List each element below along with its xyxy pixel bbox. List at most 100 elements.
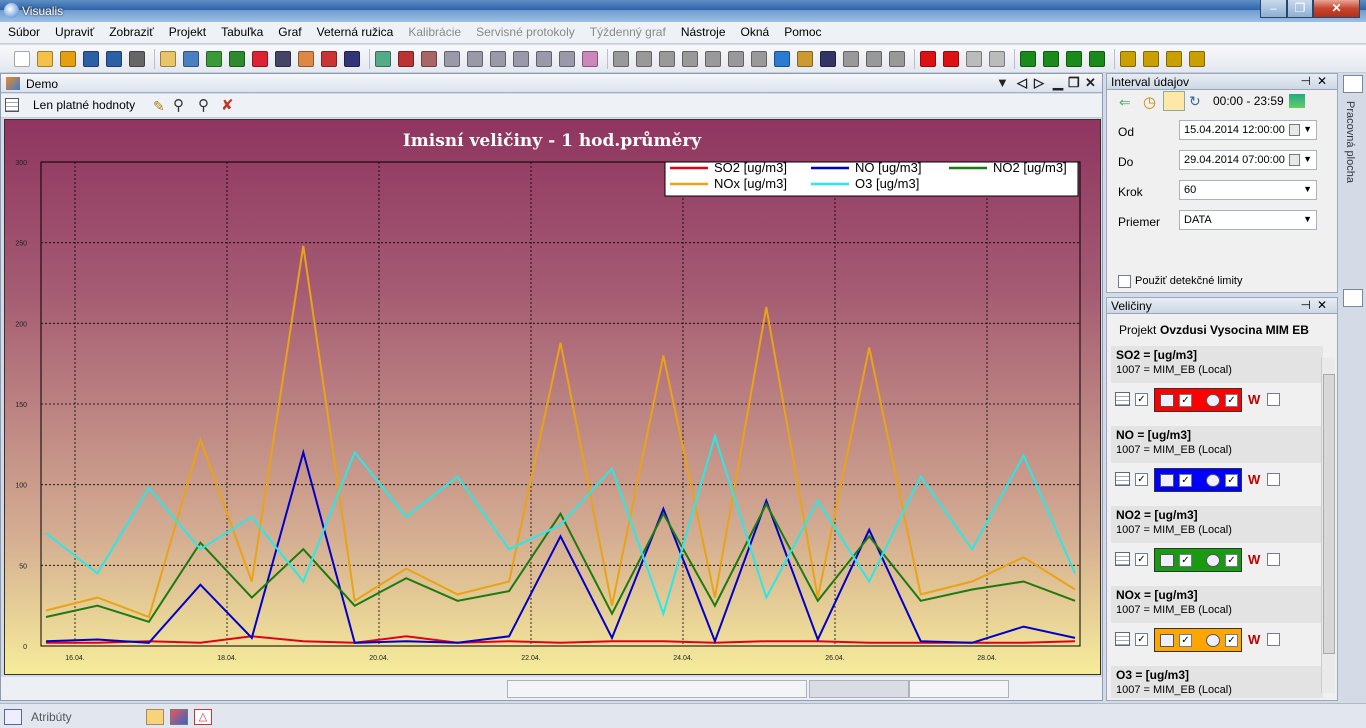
- pencil-icon[interactable]: [613, 51, 629, 67]
- grid-icon[interactable]: [375, 51, 391, 67]
- exclamation-double-icon[interactable]: [920, 51, 936, 67]
- chevron-down-icon[interactable]: ▼: [1303, 214, 1312, 224]
- menu-item-0[interactable]: Súbor: [1, 22, 47, 42]
- variables-scrollbar[interactable]: [1321, 358, 1335, 693]
- calendar-icon[interactable]: [1289, 154, 1300, 166]
- table-month-icon[interactable]: [398, 51, 414, 67]
- tool-a-icon[interactable]: [636, 51, 652, 67]
- prev-window-icon[interactable]: ◁: [1017, 75, 1027, 91]
- check-icon[interactable]: [774, 51, 790, 67]
- variables-scroll-thumb[interactable]: [1323, 374, 1335, 654]
- exclamation-icon[interactable]: [943, 51, 959, 67]
- table-icon[interactable]: [1115, 632, 1130, 646]
- last-alt-icon[interactable]: [1189, 51, 1205, 67]
- wind-rose-icon[interactable]: [1206, 634, 1220, 647]
- chart-checkbox[interactable]: ✓: [1179, 394, 1192, 407]
- menu-item-8[interactable]: Servisné protokoly: [469, 22, 582, 42]
- folder-icon[interactable]: [146, 709, 164, 725]
- chart-checkbox[interactable]: ✓: [1179, 474, 1192, 487]
- chart-icon[interactable]: [1160, 634, 1174, 647]
- table-b-icon[interactable]: [467, 51, 483, 67]
- save-icon[interactable]: [83, 51, 99, 67]
- scroll-track-right[interactable]: [909, 680, 1009, 698]
- attributes-icon[interactable]: [4, 709, 22, 725]
- scroll-thumb[interactable]: [809, 680, 909, 698]
- attributes-label[interactable]: Atribúty: [31, 710, 72, 724]
- color-block[interactable]: ✓ ✓: [1154, 548, 1242, 572]
- od-datetime-field[interactable]: 15.04.2014 12:00:00 ▼: [1179, 120, 1317, 140]
- doc-restore-icon[interactable]: ❐: [1068, 75, 1080, 91]
- workspace-tab[interactable]: Pracovná plocha: [1344, 101, 1356, 183]
- prev-alt-icon[interactable]: [1143, 51, 1159, 67]
- table-icon[interactable]: [5, 98, 19, 112]
- panel-pin-close-icons[interactable]: ⊣✕: [1300, 74, 1333, 88]
- weekly-icon[interactable]: W: [1248, 552, 1264, 568]
- color-block[interactable]: ✓ ✓: [1154, 628, 1242, 652]
- weekly-icon[interactable]: W: [1248, 472, 1264, 488]
- open-folder-icon[interactable]: [37, 51, 53, 67]
- chart-icon[interactable]: [1160, 554, 1174, 567]
- secondary-tab-icon[interactable]: [1343, 289, 1363, 307]
- next-alt-icon[interactable]: [1166, 51, 1182, 67]
- save-all-icon[interactable]: [106, 51, 122, 67]
- tool-b-icon[interactable]: [751, 51, 767, 67]
- edit-check-icon[interactable]: [797, 51, 813, 67]
- warning-icon[interactable]: △: [194, 709, 212, 725]
- variable-item[interactable]: NO = [ug/m3] 1007 = MIM_EB (Local) ✓ ✓ ✓ W: [1111, 426, 1323, 506]
- horizontal-scrollbar[interactable]: [1, 677, 1102, 700]
- wind-rose-icon[interactable]: [321, 51, 337, 67]
- wind-rose-icon[interactable]: [1206, 474, 1220, 487]
- menu-item-7[interactable]: Kalibrácie: [401, 22, 468, 42]
- variable-item[interactable]: NO2 = [ug/m3] 1007 = MIM_EB (Local) ✓ ✓ ✓ W: [1111, 506, 1323, 586]
- chevron-down-icon[interactable]: ▼: [1303, 154, 1312, 164]
- detect-limits-checkbox[interactable]: [1118, 275, 1131, 288]
- doc-minimize-icon[interactable]: ▁: [1053, 75, 1063, 91]
- weekly-checkbox[interactable]: [1267, 473, 1280, 486]
- paste-icon[interactable]: [728, 51, 744, 67]
- weekly-checkbox[interactable]: [1267, 633, 1280, 646]
- variable-item[interactable]: O3 = [ug/m3]1007 = MIM_EB (Local)✓✓✓W: [1111, 666, 1323, 698]
- weekly-checkbox[interactable]: [1267, 393, 1280, 406]
- copy-icon[interactable]: [705, 51, 721, 67]
- valid-only-button[interactable]: Len platné hodnoty: [33, 98, 135, 112]
- next-icon[interactable]: [1066, 51, 1082, 67]
- panel-pin-close-icons[interactable]: ⊣✕: [1300, 298, 1333, 312]
- zoom-reset-icon[interactable]: ✘: [221, 96, 234, 114]
- table-icon[interactable]: [1115, 392, 1130, 406]
- menu-item-10[interactable]: Nástroje: [674, 22, 733, 42]
- clock-icon[interactable]: ◷: [1143, 93, 1156, 111]
- do-datetime-field[interactable]: 29.04.2014 07:00:00 ▼: [1179, 150, 1317, 170]
- chevron-down-icon[interactable]: ▼: [1303, 124, 1312, 134]
- chart-icon[interactable]: [1160, 474, 1174, 487]
- weekly-checkbox[interactable]: [1267, 553, 1280, 566]
- menu-item-12[interactable]: Pomoc: [777, 22, 828, 42]
- zoom-icon[interactable]: ⚲: [198, 96, 209, 114]
- redo-icon[interactable]: [682, 51, 698, 67]
- refresh-icon[interactable]: ↻: [1189, 93, 1201, 110]
- wind-rose-icon[interactable]: [1206, 554, 1220, 567]
- calendar-icon[interactable]: [1289, 124, 1300, 136]
- new-file-icon[interactable]: [14, 51, 30, 67]
- first-alt-icon[interactable]: [1120, 51, 1136, 67]
- close-button[interactable]: ✕: [1313, 0, 1360, 18]
- wind-rose-checkbox[interactable]: ✓: [1225, 554, 1238, 567]
- zoom-settings-icon[interactable]: ⚲: [173, 96, 184, 114]
- wind-rose-checkbox[interactable]: ✓: [1225, 474, 1238, 487]
- scroll-track-left[interactable]: [507, 680, 807, 698]
- wind-rose-icon[interactable]: [1206, 394, 1220, 407]
- table-g-icon[interactable]: [582, 51, 598, 67]
- table-filter-icon[interactable]: [421, 51, 437, 67]
- export-icon[interactable]: [183, 51, 199, 67]
- chevron-down-icon[interactable]: ▼: [1303, 184, 1312, 194]
- variable-item[interactable]: NOx = [ug/m3] 1007 = MIM_EB (Local) ✓ ✓ ✓ W: [1111, 586, 1323, 666]
- tool-c-icon[interactable]: [843, 51, 859, 67]
- window-icon[interactable]: [170, 709, 188, 725]
- prev-icon[interactable]: [1043, 51, 1059, 67]
- menu-item-2[interactable]: Zobraziť: [102, 22, 161, 42]
- calendar-back-icon[interactable]: ⇐: [1119, 94, 1131, 111]
- dropdown-icon[interactable]: ▼: [996, 75, 1009, 90]
- table-c-icon[interactable]: [490, 51, 506, 67]
- tool-e-icon[interactable]: [889, 51, 905, 67]
- table-checkbox[interactable]: ✓: [1135, 473, 1148, 486]
- check-square-icon[interactable]: [229, 51, 245, 67]
